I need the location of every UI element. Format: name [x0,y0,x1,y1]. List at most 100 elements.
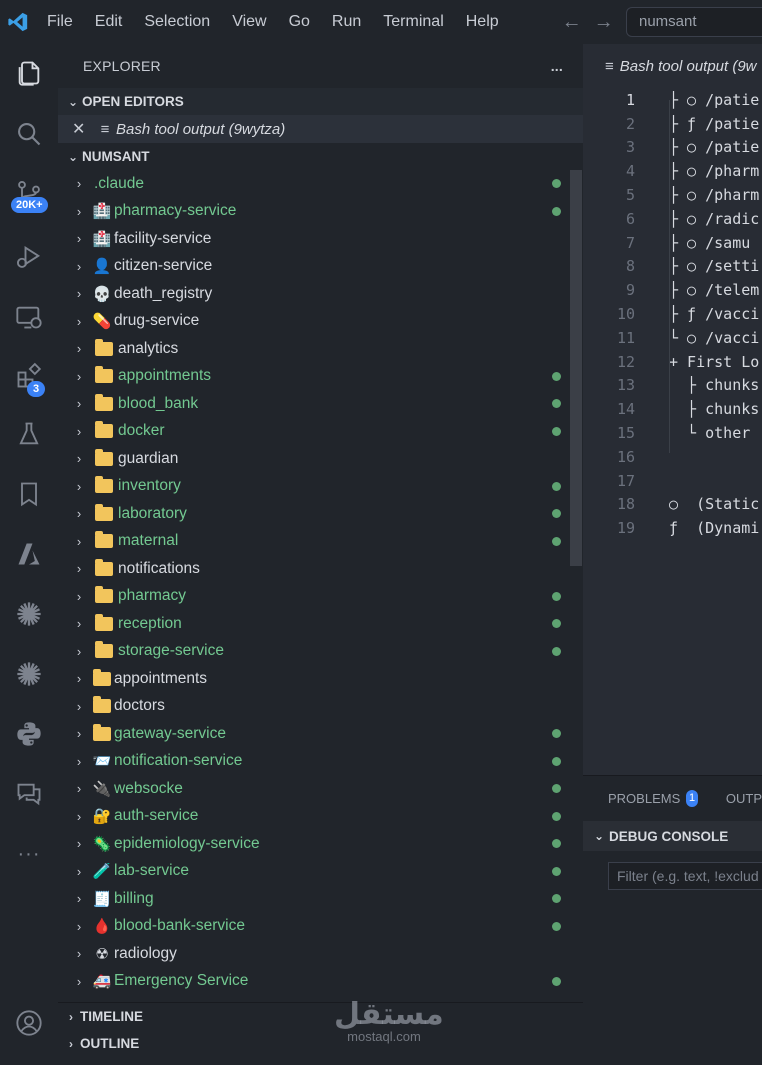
tree-item[interactable]: › gateway-service [58,720,583,748]
code-line: 7 ├ ○ /samu [583,231,762,255]
tree-item[interactable]: › 🏥 pharmacy-service [58,198,583,226]
extensions-icon[interactable]: 3 [0,351,58,401]
line-number: 4 [625,162,635,181]
chevron-right-icon: › [76,808,82,824]
menu-item-view[interactable]: View [221,0,277,44]
tree-item[interactable]: › .claude [58,170,583,198]
tab-output[interactable]: OUTP [726,791,762,806]
emoji-folder-icon: 🦠 [92,835,112,853]
chat-icon[interactable] [0,769,58,819]
explorer-files-icon[interactable] [0,48,58,98]
tree-item[interactable]: › appointments [58,665,583,693]
menu-item-run[interactable]: Run [321,0,372,44]
line-number: 14 [616,400,635,419]
git-modified-dot [552,839,561,849]
source-control-icon[interactable]: 20K+ [0,168,58,218]
python-icon[interactable] [0,709,58,759]
tree-item-label: analytics [118,339,179,357]
open-editors-header[interactable]: ⌄ OPEN EDITORS [58,88,583,115]
tree-item[interactable]: › 🏥 facility-service [58,225,583,253]
tree-item[interactable]: › 💀 death_registry [58,280,583,308]
chevron-right-icon: › [76,286,82,302]
tree-item[interactable]: › 🩸 blood-bank-service [58,913,583,941]
tree-item[interactable]: › doctors [58,693,583,721]
line-number: 5 [625,186,635,205]
code-line: 8 ├ ○ /setti [583,255,762,279]
more-actions-icon[interactable]: ... [551,58,563,74]
chevron-right-icon: › [76,368,82,384]
claude-sparkle-icon[interactable] [0,589,58,639]
tree-item[interactable]: › 🧾 billing [58,885,583,913]
emoji-folder-icon: 👤 [92,258,112,276]
folder-icon [92,586,116,604]
tree-item[interactable]: › 📨 notification-service [58,748,583,776]
editor-area[interactable]: ≡ Bash tool output (9w 1 ├ ○ /patie 2 ├ ƒ /… [583,44,762,775]
chevron-right-icon: › [76,258,82,274]
menu-item-terminal[interactable]: Terminal [372,0,454,44]
tree-item[interactable]: › docker [58,418,583,446]
tree-item[interactable]: › reception [58,610,583,638]
tree-item[interactable]: › 💊 drug-service [58,308,583,336]
explorer-header: EXPLORER ... [58,44,583,88]
run-debug-icon[interactable] [0,232,58,282]
menu-item-file[interactable]: File [36,0,84,44]
forward-arrow-icon[interactable]: → [594,11,614,34]
remote-explorer-icon[interactable] [0,292,58,342]
tree-item[interactable]: › 🦠 epidemiology-service [58,830,583,858]
editor-tab-label: Bash tool output (9w [619,57,757,75]
tree-item[interactable]: › appointments [58,363,583,391]
debug-console-title: DEBUG CONSOLE [609,828,729,844]
timeline-header[interactable]: › TIMELINE [58,1003,583,1030]
debug-filter-input[interactable]: Filter (e.g. text, !exclud [608,862,762,890]
tree-item[interactable]: › storage-service [58,638,583,666]
tree-item[interactable]: › maternal [58,528,583,556]
menu-item-go[interactable]: Go [278,0,321,44]
azure-icon[interactable] [0,529,58,579]
tree-item-label: epidemiology-service [114,834,260,852]
sidebar-scrollbar[interactable] [570,170,582,566]
tree-item-label: billing [114,889,154,907]
outline-header[interactable]: › OUTLINE [58,1030,583,1057]
tree-item[interactable]: › pharmacy [58,583,583,611]
tab-problems[interactable]: PROBLEMS [608,791,680,806]
close-icon[interactable]: ✕ [72,119,94,139]
emoji-folder-icon: 💊 [92,313,112,331]
workspace-header[interactable]: ⌄ NUMSANT [58,143,583,170]
command-center-search[interactable]: numsant [626,7,762,37]
search-icon[interactable] [0,109,58,159]
emoji-folder-icon: 🧾 [92,890,112,908]
line-text: └ other [669,424,760,443]
bookmark-icon[interactable] [0,469,58,519]
menu-item-selection[interactable]: Selection [133,0,221,44]
editor-tab[interactable]: ≡ Bash tool output (9w [583,44,762,88]
chevron-right-icon: › [76,561,82,577]
menu-item-edit[interactable]: Edit [84,0,134,44]
chevron-right-icon: › [76,506,82,522]
open-editor-item[interactable]: ✕ ≡ Bash tool output (9wytza) [58,115,583,143]
tree-item[interactable]: › analytics [58,335,583,363]
emoji-folder-icon: 🚑 [92,973,112,991]
tree-item[interactable]: › 🧪 lab-service [58,858,583,886]
tree-item[interactable]: › notifications [58,555,583,583]
tree-item[interactable]: › laboratory [58,500,583,528]
back-arrow-icon[interactable]: ← [562,11,582,34]
code-view[interactable]: 1 ├ ○ /patie 2 ├ ƒ /patie 3 ├ ○ /patie 4 ├ ○ /p… [583,88,762,540]
tree-item[interactable]: › inventory [58,473,583,501]
line-text: + First Lo [669,352,760,371]
menu-item-help[interactable]: Help [455,0,510,44]
claude-code-sparkle-icon[interactable] [0,649,58,699]
chevron-right-icon: › [76,946,82,962]
tree-item[interactable]: › 👤 citizen-service [58,253,583,281]
tree-item[interactable]: › ☢ radiology [58,940,583,968]
line-text: ├ ○ /samu [669,233,760,252]
debug-console-header[interactable]: ⌄ DEBUG CONSOLE [583,821,762,851]
tree-item[interactable]: › 🔌 websocke [58,775,583,803]
tree-item[interactable]: › 🔐 auth-service [58,803,583,831]
tree-item[interactable]: › blood_bank [58,390,583,418]
folder-icon [92,393,116,411]
tree-item[interactable]: › 🚑 Emergency Service [58,968,583,996]
account-icon[interactable] [0,998,58,1048]
testing-flask-icon[interactable] [0,409,58,459]
more-views-icon[interactable]: ··· [0,829,58,879]
tree-item[interactable]: › guardian [58,445,583,473]
